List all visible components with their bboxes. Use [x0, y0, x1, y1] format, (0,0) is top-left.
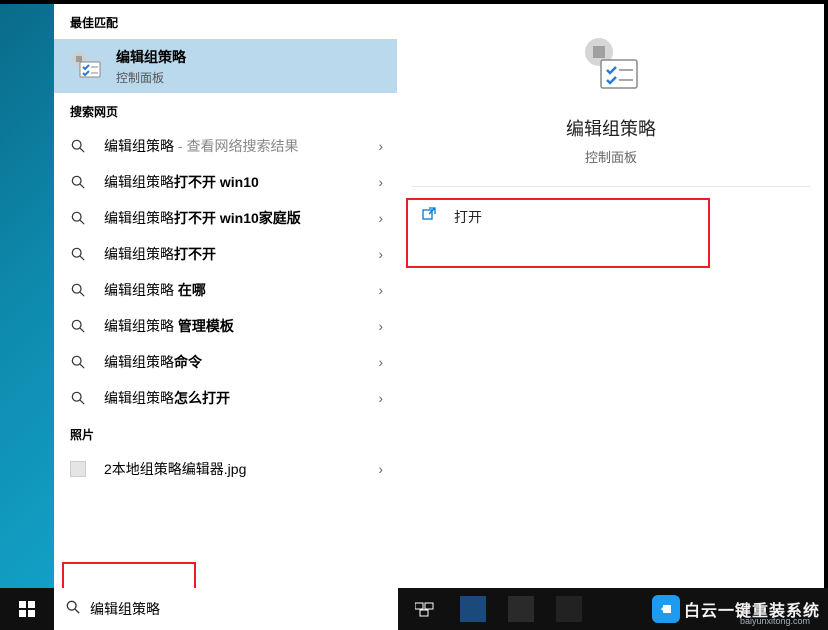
taskbar: 白云一键重装系统 baiyunxitong.com: [0, 588, 828, 630]
search-icon: [66, 600, 80, 619]
chevron-right-icon: ›: [378, 461, 383, 477]
web-result-label: 编辑组策略怎么打开: [104, 388, 378, 408]
web-result-label: 编辑组策略打不开 win10家庭版: [104, 208, 378, 228]
taskbar-search-box[interactable]: [54, 588, 398, 630]
details-icon-wrap: [398, 4, 824, 103]
web-result-6[interactable]: 编辑组策略命令›: [54, 344, 397, 380]
start-search-panel: 最佳匹配 编辑组策略 控制面板 搜索网页 编辑组策略 - 查看网络搜索结果›编辑: [54, 4, 824, 588]
group-policy-large-icon: [579, 34, 643, 98]
watermark: 白云一键重装系统 baiyunxitong.com: [652, 592, 820, 626]
details-column: 编辑组策略 控制面板 打开: [398, 4, 824, 588]
action-open-label: 打开: [454, 207, 482, 227]
web-result-label: 编辑组策略打不开: [104, 244, 378, 264]
web-result-7[interactable]: 编辑组策略怎么打开›: [54, 380, 397, 416]
web-result-label: 编辑组策略 在哪: [104, 280, 378, 300]
web-result-2[interactable]: 编辑组策略打不开 win10家庭版›: [54, 200, 397, 236]
details-divider: [412, 186, 810, 187]
web-result-1[interactable]: 编辑组策略打不开 win10›: [54, 164, 397, 200]
web-result-label: 编辑组策略命令: [104, 352, 378, 372]
image-file-icon: [70, 461, 86, 477]
search-input[interactable]: [90, 601, 386, 617]
search-icon: [70, 390, 86, 406]
task-view-button[interactable]: [402, 588, 448, 630]
chevron-right-icon: ›: [378, 246, 383, 262]
best-match-text: 编辑组策略 控制面板: [116, 47, 186, 86]
best-match-subtitle: 控制面板: [116, 69, 186, 86]
details-subtitle: 控制面板: [398, 147, 824, 166]
watermark-badge-icon: [652, 595, 680, 623]
web-result-5[interactable]: 编辑组策略 管理模板›: [54, 308, 397, 344]
search-icon: [70, 354, 86, 370]
start-button[interactable]: [0, 588, 54, 630]
best-match-item[interactable]: 编辑组策略 控制面板: [54, 39, 397, 93]
search-icon: [70, 282, 86, 298]
taskbar-app-1[interactable]: [450, 588, 496, 630]
search-icon: [70, 246, 86, 262]
search-icon: [70, 210, 86, 226]
photo-result-label: 2本地组策略编辑器.jpg: [104, 459, 378, 479]
web-result-3[interactable]: 编辑组策略打不开›: [54, 236, 397, 272]
search-icon: [70, 174, 86, 190]
chevron-right-icon: ›: [378, 174, 383, 190]
photos-header: 照片: [54, 416, 397, 451]
chevron-right-icon: ›: [378, 138, 383, 154]
photo-result-0[interactable]: 2本地组策略编辑器.jpg›: [54, 451, 397, 487]
action-open[interactable]: 打开: [404, 197, 810, 237]
web-result-4[interactable]: 编辑组策略 在哪›: [54, 272, 397, 308]
web-search-header: 搜索网页: [54, 93, 397, 128]
chevron-right-icon: ›: [378, 390, 383, 406]
watermark-url: baiyunxitong.com: [740, 616, 810, 626]
chevron-right-icon: ›: [378, 282, 383, 298]
web-result-0[interactable]: 编辑组策略 - 查看网络搜索结果›: [54, 128, 397, 164]
chevron-right-icon: ›: [378, 354, 383, 370]
taskbar-app-2[interactable]: [498, 588, 544, 630]
best-match-title: 编辑组策略: [116, 47, 186, 67]
open-icon: [422, 207, 440, 228]
group-policy-icon: [70, 50, 102, 82]
best-match-header: 最佳匹配: [54, 4, 397, 39]
details-title: 编辑组策略: [398, 115, 824, 141]
taskbar-app-3[interactable]: [546, 588, 592, 630]
search-icon: [70, 138, 86, 154]
web-result-label: 编辑组策略 - 查看网络搜索结果: [104, 136, 378, 156]
web-result-label: 编辑组策略 管理模板: [104, 316, 378, 336]
chevron-right-icon: ›: [378, 318, 383, 334]
desktop-background-strip: [0, 4, 54, 588]
search-icon: [70, 318, 86, 334]
windows-logo-icon: [19, 601, 35, 617]
chevron-right-icon: ›: [378, 210, 383, 226]
taskbar-pinned-apps: [402, 588, 592, 630]
results-column: 最佳匹配 编辑组策略 控制面板 搜索网页 编辑组策略 - 查看网络搜索结果›编辑: [54, 4, 398, 588]
web-result-label: 编辑组策略打不开 win10: [104, 172, 378, 192]
